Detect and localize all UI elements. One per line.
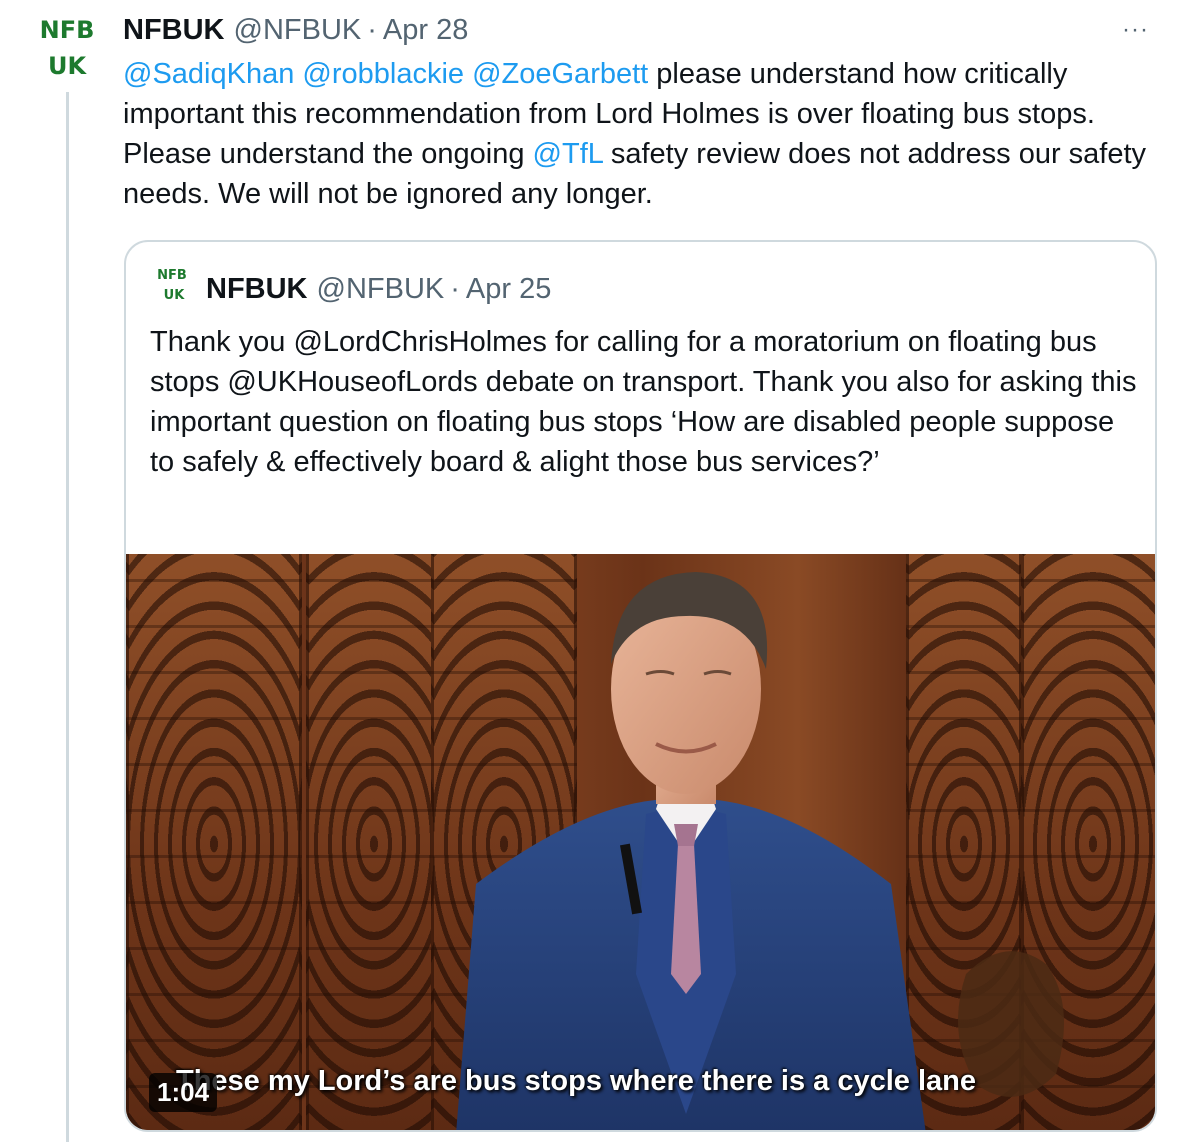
quote-user-handle[interactable]: @NFBUK — [317, 273, 445, 306]
video-duration-badge: 1:04 — [149, 1073, 218, 1112]
quote-separator: · — [450, 272, 460, 305]
mention-link[interactable]: @TfL — [533, 138, 603, 170]
separator: · — [367, 13, 377, 46]
mention-link[interactable]: @robblackie — [302, 58, 464, 90]
quote-text: Thank you @LordChrisHolmes for calling f… — [150, 326, 1137, 478]
tweet-text-segment — [464, 58, 472, 90]
tweet-text: @SadiqKhan @robblackie @ZoeGarbett pleas… — [123, 54, 1173, 214]
quote-display-name[interactable]: NFBUK — [206, 273, 308, 306]
quoted-tweet[interactable]: NFB UK NFBUK @NFBUK · Apr 25 Thank you @… — [124, 240, 1157, 1132]
avatar-text-line2: UK — [47, 52, 87, 80]
mention-link[interactable]: @ZoeGarbett — [472, 58, 648, 90]
quote-avatar[interactable]: NFB UK — [154, 266, 194, 310]
quote-avatar-line1: NFB — [157, 268, 187, 283]
display-name[interactable]: NFBUK — [123, 14, 225, 47]
user-handle[interactable]: @NFBUK — [234, 14, 362, 47]
tweet-date[interactable]: Apr 28 — [383, 14, 468, 47]
more-horizontal-icon[interactable]: ··· — [1122, 18, 1149, 42]
avatar[interactable]: NFB UK — [34, 14, 100, 84]
quote-header: NFBUK @NFBUK · Apr 25 — [206, 270, 551, 308]
quote-date[interactable]: Apr 25 — [466, 273, 551, 306]
video-caption: These my Lord’s are bus stops where ther… — [176, 1065, 976, 1097]
avatar-text-line1: NFB — [39, 16, 95, 44]
speaker-figure — [456, 572, 1064, 1130]
video-player[interactable]: These my Lord’s are bus stops where ther… — [126, 554, 1155, 1130]
tweet-header: NFBUK @NFBUK · Apr 28 — [123, 12, 468, 48]
thread-line — [66, 92, 69, 1142]
mention-link[interactable]: @SadiqKhan — [123, 58, 294, 90]
quote-avatar-line2: UK — [163, 288, 185, 303]
